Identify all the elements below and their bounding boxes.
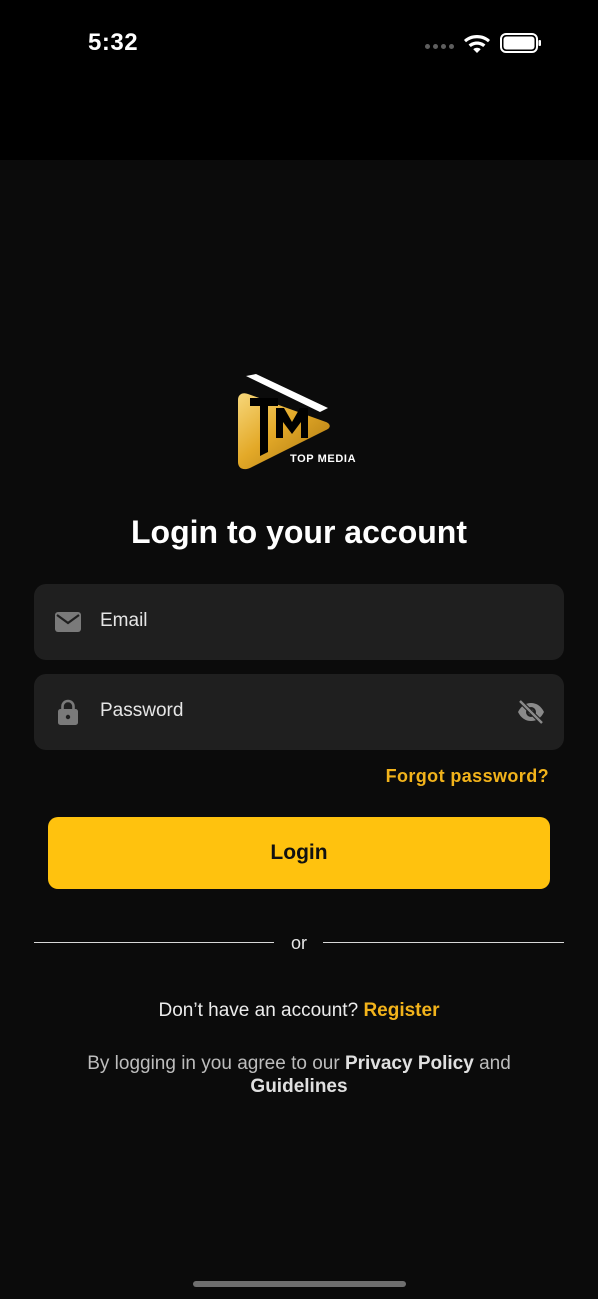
register-link[interactable]: Register <box>363 1000 439 1021</box>
divider-line-right <box>323 942 564 943</box>
legal-notice: By logging in you agree to our Privacy P… <box>60 1052 538 1098</box>
status-bar: 5:32 <box>0 0 598 160</box>
status-time: 5:32 <box>88 29 139 56</box>
divider-or-text: or <box>290 933 307 953</box>
battery-icon <box>500 33 541 53</box>
cellular-signal-icon <box>425 44 454 49</box>
logo-caption: TOP MEDIA <box>290 453 357 465</box>
password-field[interactable]: Password <box>34 674 564 750</box>
email-placeholder: Email <box>100 610 148 631</box>
password-placeholder: Password <box>100 700 184 721</box>
privacy-policy-link[interactable]: Privacy Policy <box>345 1053 474 1074</box>
lock-icon <box>58 699 78 725</box>
email-field[interactable]: Email <box>34 584 564 660</box>
register-prompt: Don’t have an account? Register <box>0 1000 598 1022</box>
guidelines-link[interactable]: Guidelines <box>250 1076 347 1097</box>
page-title: Login to your account <box>131 514 467 550</box>
home-indicator <box>193 1281 406 1287</box>
no-account-text: Don’t have an account? <box>158 1000 359 1021</box>
mail-icon <box>55 612 81 632</box>
legal-prefix: By logging in you agree to our <box>87 1053 340 1074</box>
legal-and: and <box>479 1053 511 1074</box>
wifi-icon <box>464 35 490 53</box>
login-button[interactable]: Login <box>48 817 550 889</box>
forgot-password-link[interactable]: Forgot password? <box>386 766 549 787</box>
eye-off-icon[interactable] <box>516 698 546 726</box>
